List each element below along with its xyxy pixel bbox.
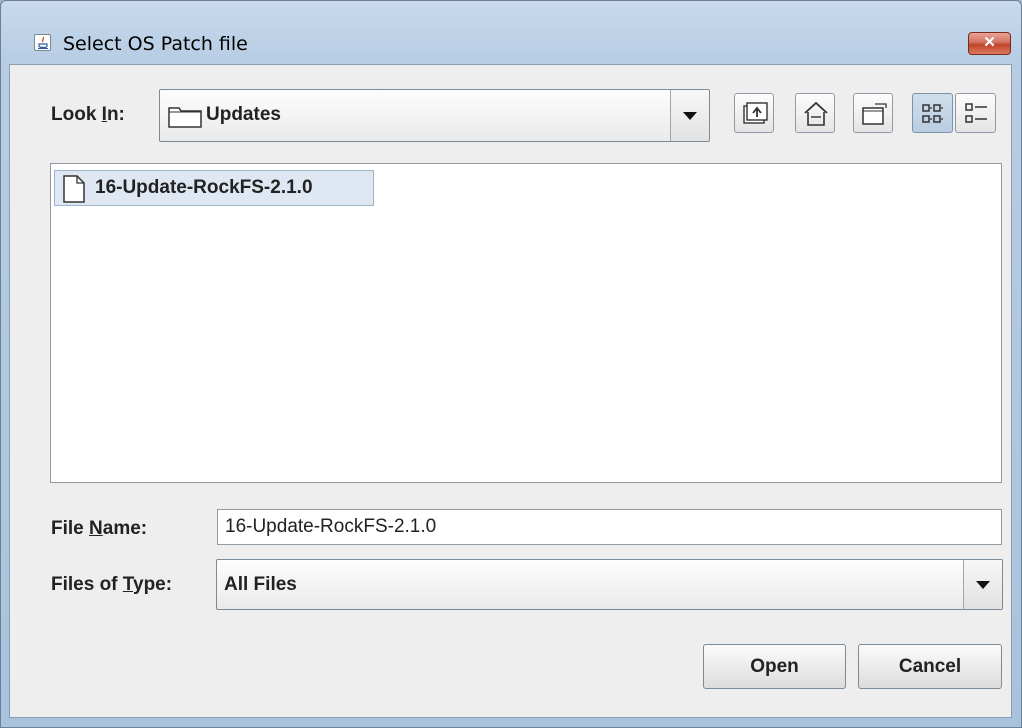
file-type-value: All Files [224,574,297,595]
file-list[interactable]: 16-Update-RockFS-2.1.0 [50,163,1002,483]
close-button[interactable]: ✕ [968,32,1011,55]
folder-icon [168,107,202,128]
file-type-dropdown-button[interactable] [963,560,1002,609]
cancel-button[interactable]: Cancel [858,644,1002,689]
look-in-label: Look In: [51,104,125,125]
file-name-input[interactable] [217,509,1002,545]
title-bar[interactable]: Select OS Patch file ✕ [1,1,1021,55]
look-in-dropdown-button[interactable] [670,90,709,141]
file-list-item[interactable]: 16-Update-RockFS-2.1.0 [54,170,374,206]
up-one-level-button[interactable] [734,93,774,133]
java-icon [34,34,51,51]
list-view-button[interactable] [912,93,953,133]
close-icon: ✕ [983,34,996,51]
look-in-combo[interactable]: Updates [159,89,710,142]
up-folder-icon [743,102,768,124]
new-folder-icon [862,103,887,125]
file-name-label: File Name: [51,518,148,539]
details-view-icon [965,103,987,123]
chevron-down-icon [976,580,990,589]
home-icon [804,101,828,126]
home-button[interactable] [795,93,835,133]
chevron-down-icon [683,111,697,120]
file-type-combo[interactable]: All Files [216,559,1003,610]
look-in-value: Updates [206,104,281,125]
file-name-text: 16-Update-RockFS-2.1.0 [95,177,313,198]
open-button[interactable]: Open [703,644,846,689]
new-folder-button[interactable] [853,93,893,133]
list-view-icon [922,104,943,123]
file-type-label: Files of Type: [51,574,173,595]
file-icon [63,175,85,203]
window-title: Select OS Patch file [63,33,248,55]
details-view-button[interactable] [955,93,996,133]
